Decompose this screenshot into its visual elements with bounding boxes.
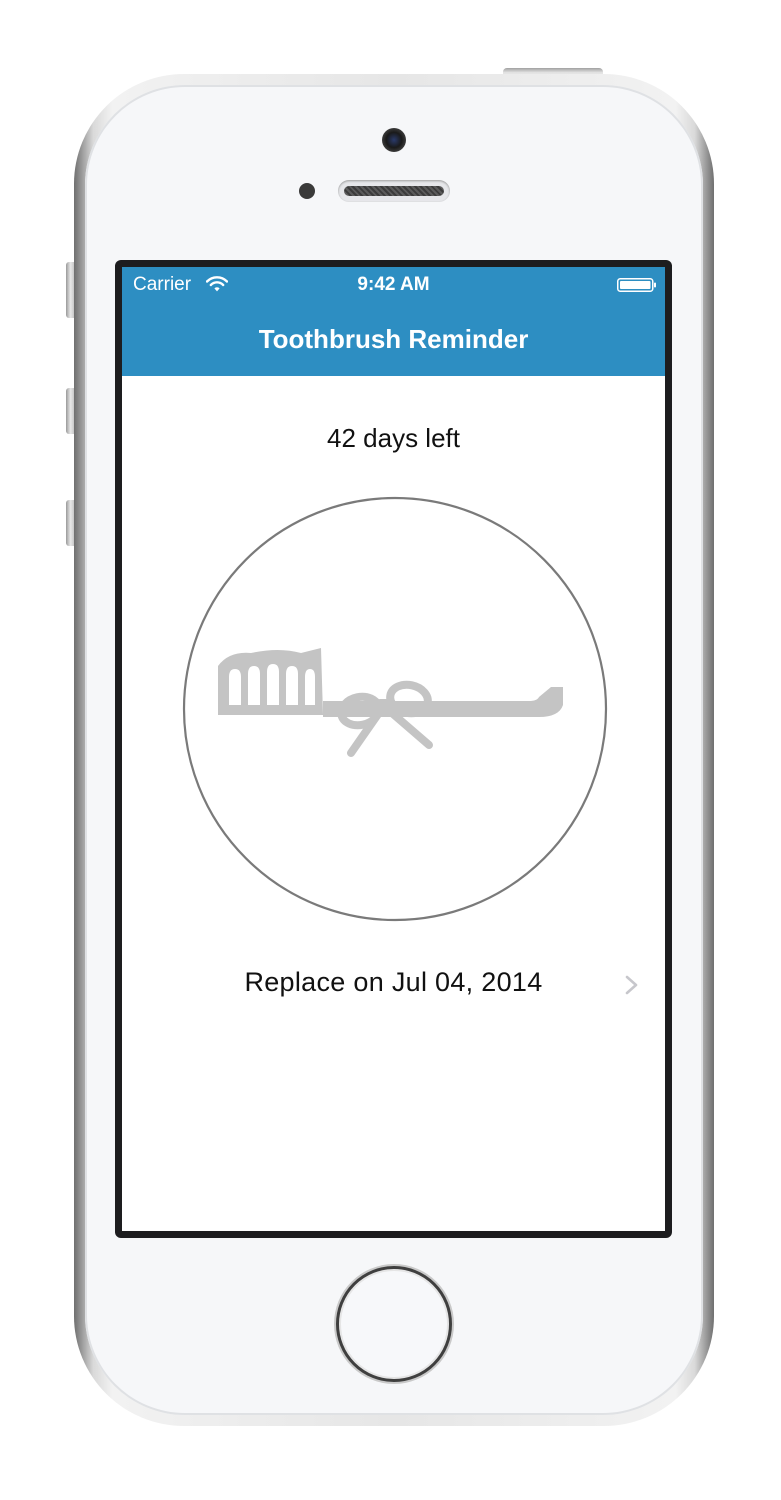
days-left-label: 42 days left xyxy=(327,423,460,453)
toothbrush-with-bow-icon xyxy=(182,496,608,922)
replace-date-label: Replace on Jul 04, 2014 xyxy=(244,967,543,997)
status-time: 9:42 AM xyxy=(357,274,430,295)
screen-bezel: Carrier 9:42 AM Toothbrush Reminder 42 d… xyxy=(115,260,672,1238)
front-camera xyxy=(382,128,406,152)
earpiece-speaker xyxy=(338,180,450,202)
battery-icon xyxy=(617,278,656,292)
replace-date-row[interactable]: Replace on Jul 04, 2014 xyxy=(122,957,665,1011)
page-title: Toothbrush Reminder xyxy=(258,324,529,354)
proximity-sensor xyxy=(299,183,315,199)
home-button[interactable] xyxy=(336,1266,452,1382)
navigation-bar: Carrier 9:42 AM Toothbrush Reminder xyxy=(122,267,665,376)
device-mockup: Carrier 9:42 AM Toothbrush Reminder 42 d… xyxy=(0,0,781,1500)
chevron-right-icon xyxy=(625,975,638,995)
app-screen: Carrier 9:42 AM Toothbrush Reminder 42 d… xyxy=(122,267,665,1231)
